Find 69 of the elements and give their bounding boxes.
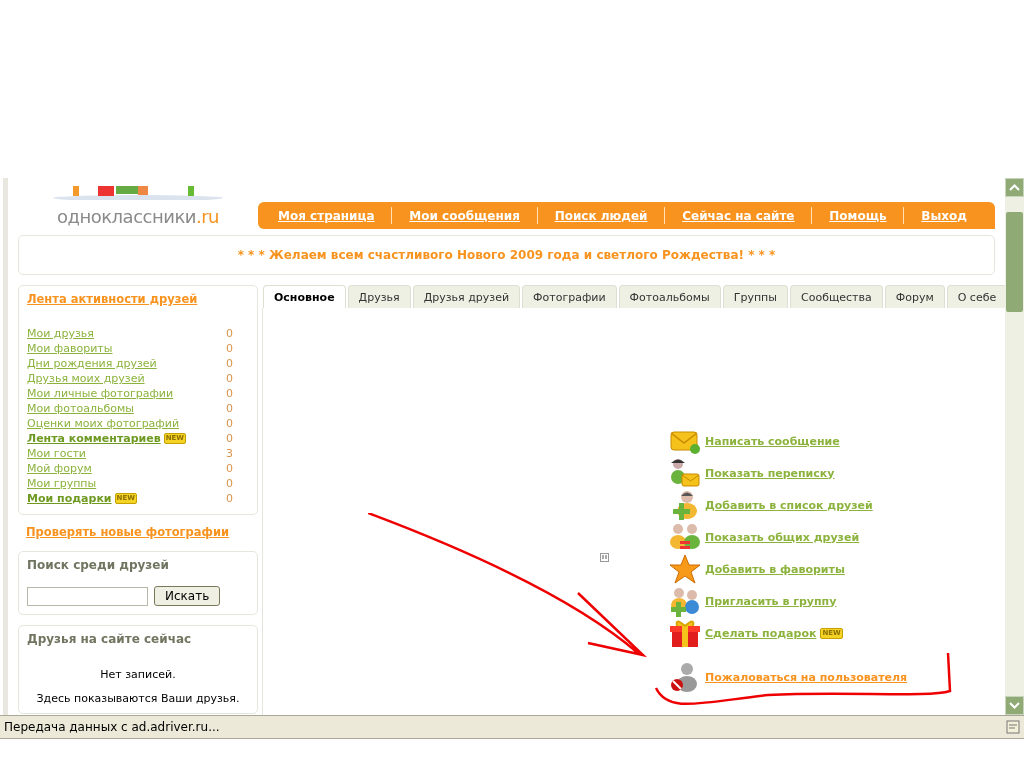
check-photos-link[interactable]: Проверять новые фотографии (26, 525, 230, 539)
action-link[interactable]: Пригласить в группу (705, 594, 837, 608)
hint-text: Здесь показываются Ваши друзья. (35, 692, 241, 705)
star-icon (669, 553, 701, 585)
count: 0 (226, 402, 233, 415)
activity-link[interactable]: Мои фотоальбомы (27, 402, 134, 415)
panel-title: Друзья на сайте сейчас (27, 632, 193, 646)
activity-link[interactable]: Оценки моих фотографий (27, 417, 180, 430)
site-logo[interactable]: одноклассники.ru (57, 206, 219, 227)
activity-link[interactable]: Мои подарки (27, 492, 112, 505)
action-link[interactable]: Показать общих друзей (705, 530, 860, 544)
search-field[interactable] (27, 586, 148, 606)
activity-link[interactable]: Мои фавориты (27, 342, 113, 355)
scroll-up-button[interactable] (1005, 178, 1024, 197)
empty-message: Нет записей. (99, 668, 177, 681)
status-text: Передача данных с ad.adriver.ru... (4, 720, 220, 734)
scroll-down-button[interactable] (1005, 696, 1024, 715)
nav-link[interactable]: Помощь (829, 208, 887, 223)
tab[interactable]: Фотографии (522, 285, 617, 308)
activity-link[interactable]: Друзья моих друзей (27, 372, 145, 385)
count: 0 (226, 462, 233, 475)
greeting-text: * * * Желаем всем счастливого Нового 2009 года и светлого Рождества! * * * (237, 248, 776, 262)
nav-link[interactable]: Моя страница (278, 208, 375, 223)
activity-link[interactable]: Лента комментариев (27, 432, 161, 445)
group-plus-icon (669, 585, 701, 617)
scrollbar[interactable] (1005, 178, 1024, 715)
count: 0 (226, 357, 233, 370)
tab[interactable]: Основное (263, 285, 346, 308)
count: 0 (226, 492, 233, 505)
action-link[interactable]: Добавить в список друзей (705, 498, 873, 512)
document-icon (1006, 720, 1020, 734)
activity-link[interactable]: Мои друзья (27, 327, 94, 340)
activity-link[interactable]: Мои группы (27, 477, 97, 490)
tab[interactable]: Группы (722, 285, 788, 308)
panel-title: Поиск среди друзей (27, 558, 170, 572)
action-link[interactable]: Показать переписку (705, 466, 835, 480)
count: 0 (226, 477, 233, 490)
action-link[interactable]: Сделать подарок (705, 626, 817, 640)
activity-link[interactable]: Дни рождения друзей (27, 357, 157, 370)
caret-down-icon (1009, 702, 1020, 709)
tab[interactable]: Друзья (347, 285, 411, 308)
count: 0 (226, 387, 233, 400)
nav-link[interactable]: Мои сообщения (409, 208, 520, 223)
count: 3 (226, 447, 233, 460)
person-envelope-icon (669, 457, 701, 489)
count: 0 (226, 342, 233, 355)
activity-feed-link[interactable]: Лента активности друзей (27, 292, 198, 306)
caret-up-icon (1009, 184, 1020, 191)
activity-link[interactable]: Мои гости (27, 447, 86, 460)
action-link[interactable]: Добавить в фавориты (705, 562, 845, 576)
search-button[interactable]: Искать (154, 586, 221, 606)
broken-image-icon (600, 553, 609, 562)
scrollbar-thumb[interactable] (1006, 212, 1023, 312)
count: 0 (226, 432, 233, 445)
count: 0 (226, 327, 233, 340)
count: 0 (226, 417, 233, 430)
nav-link[interactable]: Поиск людей (554, 208, 648, 223)
nav-link[interactable]: Выход (921, 208, 967, 223)
activity-link[interactable]: Мой форум (27, 462, 92, 475)
action-link[interactable]: Пожаловаться на пользователя (705, 670, 908, 684)
tab[interactable]: О себе (946, 285, 1005, 308)
count: 0 (226, 372, 233, 385)
tab[interactable]: Фотоальбомы (618, 285, 721, 308)
tab[interactable]: Друзья друзей (412, 285, 521, 308)
tab[interactable]: Форум (884, 285, 945, 308)
nav-link[interactable]: Сейчас на сайте (682, 208, 795, 223)
activity-link[interactable]: Мои личные фотографии (27, 387, 174, 400)
tab[interactable]: Сообщества (790, 285, 883, 308)
action-link[interactable]: Написать сообщение (705, 434, 840, 448)
